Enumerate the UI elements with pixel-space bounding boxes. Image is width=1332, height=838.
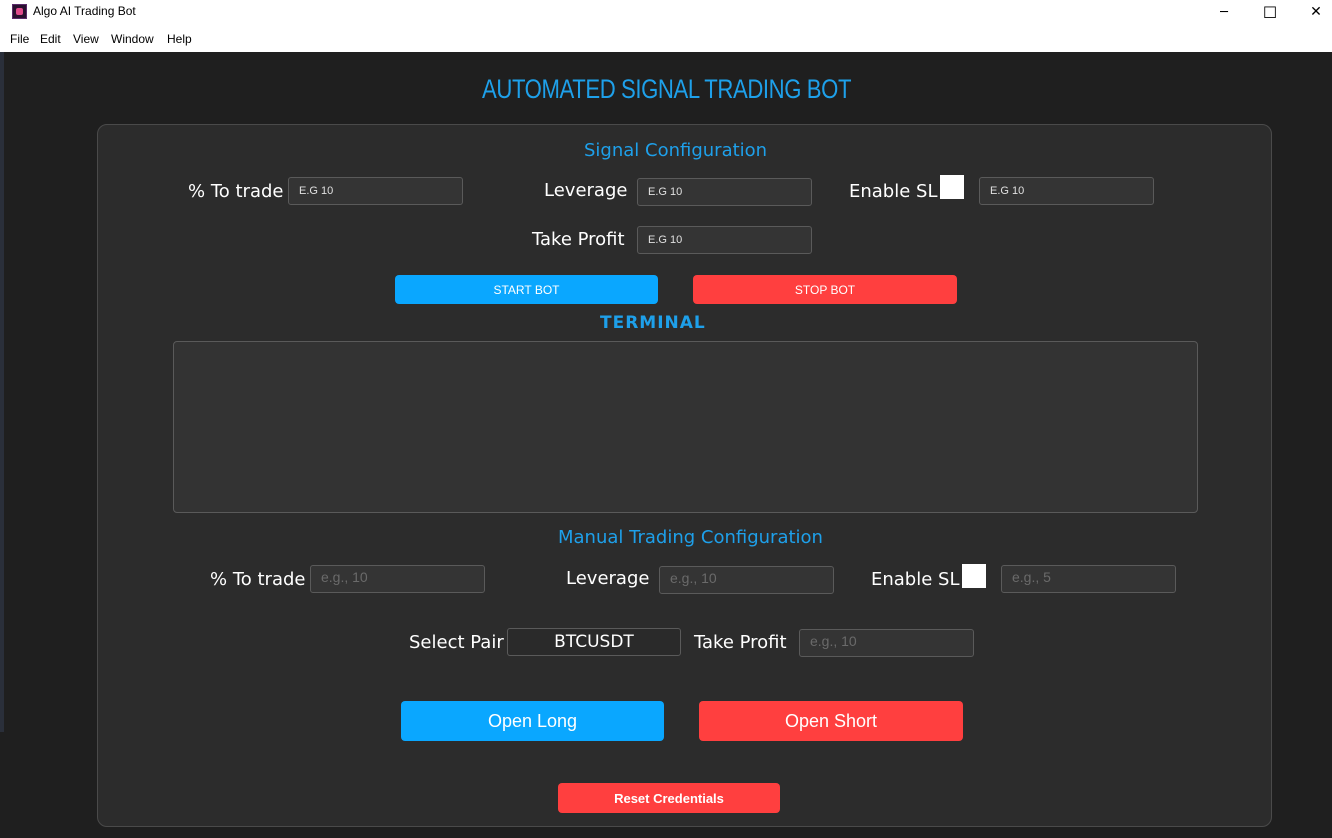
maximize-icon[interactable]: ☐ — [1247, 0, 1293, 24]
open-short-button[interactable]: Open Short — [699, 701, 963, 741]
manual-leverage-label: Leverage — [566, 568, 650, 589]
signal-leverage-input[interactable] — [637, 178, 812, 206]
manual-config-title: Manual Trading Configuration — [558, 527, 823, 548]
manual-tp-label: Take Profit — [694, 632, 787, 653]
manual-sl-input[interactable] — [1001, 565, 1176, 593]
window-titlebar: Algo AI Trading Bot ─ ☐ ✕ — [0, 0, 1332, 28]
menu-bar: File Edit View Window Help — [0, 28, 1332, 52]
stop-bot-button[interactable]: STOP BOT — [693, 275, 957, 304]
app-icon — [12, 4, 27, 19]
signal-pct-label: % To trade — [188, 181, 284, 202]
manual-leverage-input[interactable] — [659, 566, 834, 594]
terminal-output[interactable] — [173, 341, 1198, 513]
manual-pct-input[interactable] — [310, 565, 485, 593]
signal-sl-checkbox[interactable] — [940, 175, 964, 199]
select-pair-dropdown[interactable]: BTCUSDT — [507, 628, 681, 656]
close-icon[interactable]: ✕ — [1293, 0, 1332, 24]
signal-sl-label: Enable SL — [849, 181, 938, 202]
reset-credentials-button[interactable]: Reset Credentials — [558, 783, 780, 813]
signal-leverage-label: Leverage — [544, 180, 628, 201]
manual-sl-label: Enable SL — [871, 569, 960, 590]
manual-pct-label: % To trade — [210, 569, 306, 590]
minimize-icon[interactable]: ─ — [1201, 0, 1247, 24]
terminal-title: TERMINAL — [600, 313, 706, 333]
signal-pct-input[interactable] — [288, 177, 463, 205]
select-pair-label: Select Pair — [409, 632, 504, 653]
signal-sl-input[interactable] — [979, 177, 1154, 205]
menu-edit[interactable]: Edit — [40, 32, 61, 46]
manual-tp-input[interactable] — [799, 629, 974, 657]
menu-file[interactable]: File — [10, 32, 29, 46]
start-bot-button[interactable]: START BOT — [395, 275, 658, 304]
signal-tp-label: Take Profit — [532, 229, 625, 250]
window-title: Algo AI Trading Bot — [33, 4, 136, 18]
manual-sl-checkbox[interactable] — [962, 564, 986, 588]
signal-config-title: Signal Configuration — [584, 140, 768, 161]
background-window-strip — [0, 52, 4, 732]
open-long-button[interactable]: Open Long — [401, 701, 664, 741]
menu-window[interactable]: Window — [111, 32, 154, 46]
app-title: AUTOMATED SIGNAL TRADING BOT — [482, 74, 852, 104]
menu-view[interactable]: View — [73, 32, 99, 46]
menu-help[interactable]: Help — [167, 32, 192, 46]
signal-tp-input[interactable] — [637, 226, 812, 254]
